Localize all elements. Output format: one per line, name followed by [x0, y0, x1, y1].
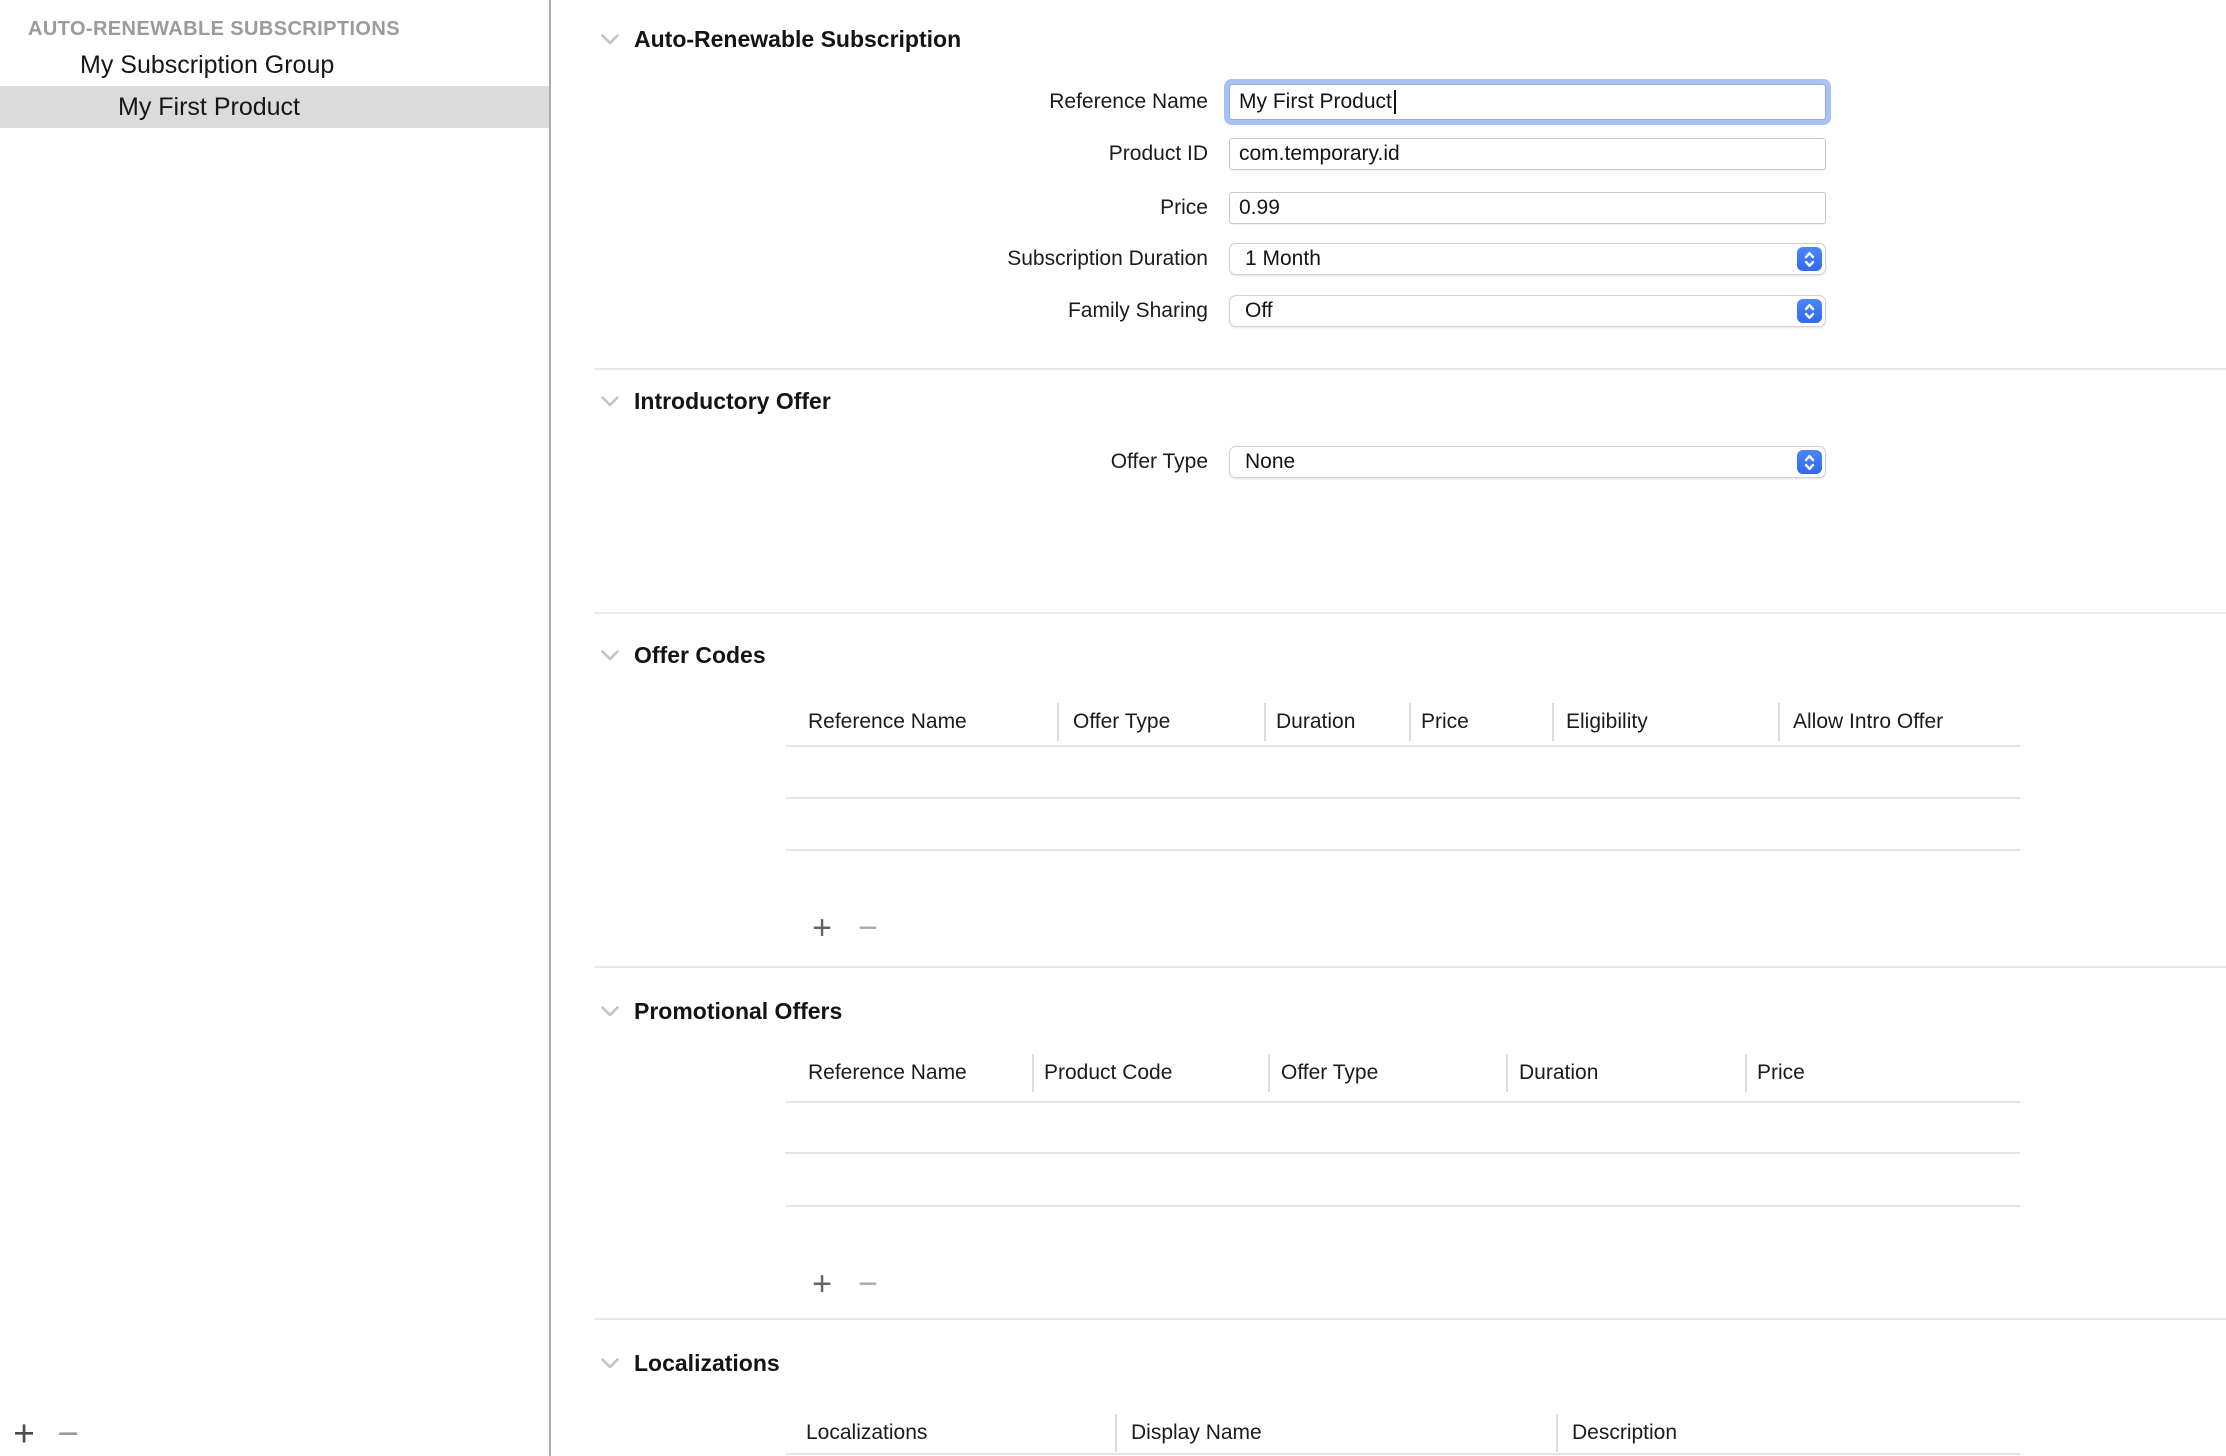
chevron-down-icon[interactable] [600, 649, 620, 662]
section-title: Introductory Offer [634, 388, 831, 415]
text-caret [1394, 90, 1396, 114]
column-header[interactable]: Price [1757, 1059, 1805, 1087]
subscription-duration-select[interactable]: 1 Month [1229, 243, 1826, 275]
table-row-line [785, 1101, 2020, 1103]
column-header[interactable]: Allow Intro Offer [1793, 708, 1943, 736]
chevron-down-icon[interactable] [600, 395, 620, 408]
sidebar-actions: + − [0, 1414, 549, 1456]
column-separator [1778, 703, 1780, 741]
column-header[interactable]: Reference Name [808, 1059, 967, 1087]
family-sharing-value: Off [1230, 299, 1273, 323]
product-id-input[interactable] [1229, 138, 1826, 170]
column-separator [1264, 703, 1266, 741]
column-separator [1552, 703, 1554, 741]
reference-name-input[interactable]: My First Product [1229, 84, 1826, 120]
column-header[interactable]: Duration [1276, 708, 1355, 736]
section-title: Localizations [634, 1350, 780, 1377]
add-promotional-offer-button[interactable]: + [804, 1264, 840, 1304]
chevron-down-icon[interactable] [600, 1357, 620, 1370]
table-row-line [785, 745, 2020, 747]
reference-name-label: Reference Name [700, 88, 1208, 116]
offer-type-label: Offer Type [700, 448, 1208, 476]
column-separator [1506, 1054, 1508, 1092]
remove-promotional-offer-button[interactable]: − [850, 1264, 886, 1304]
column-header[interactable]: Price [1421, 708, 1469, 736]
section-header-introductory-offer[interactable]: Introductory Offer [600, 385, 831, 417]
section-title: Auto-Renewable Subscription [634, 26, 961, 53]
sidebar-resize-divider[interactable] [549, 0, 551, 1456]
column-header[interactable]: Offer Type [1281, 1059, 1378, 1087]
column-header[interactable]: Duration [1519, 1059, 1598, 1087]
column-separator [1745, 1054, 1747, 1092]
add-product-button[interactable]: + [4, 1414, 44, 1454]
column-separator [1409, 703, 1411, 741]
section-divider [594, 1318, 2226, 1320]
column-separator [1556, 1414, 1558, 1452]
sidebar: AUTO-RENEWABLE SUBSCRIPTIONS My Subscrip… [0, 0, 549, 1456]
up-down-chevrons-icon[interactable] [1797, 450, 1822, 474]
column-separator [1268, 1054, 1270, 1092]
section-header-offer-codes[interactable]: Offer Codes [600, 639, 766, 671]
table-row-line [785, 797, 2020, 799]
section-header-localizations[interactable]: Localizations [600, 1347, 780, 1379]
price-label: Price [700, 194, 1208, 222]
remove-offer-code-button[interactable]: − [850, 908, 886, 948]
column-header[interactable]: Product Code [1044, 1059, 1172, 1087]
sidebar-group-header: AUTO-RENEWABLE SUBSCRIPTIONS [28, 14, 400, 44]
section-divider [594, 612, 2226, 614]
sidebar-item-my-first-product[interactable]: My First Product [0, 86, 549, 128]
price-input[interactable] [1229, 192, 1826, 224]
offer-type-select[interactable]: None [1229, 446, 1826, 478]
table-row-line [785, 1205, 2020, 1207]
column-header[interactable]: Display Name [1131, 1419, 1262, 1447]
sidebar-item-label: My First Product [118, 86, 300, 128]
section-title: Offer Codes [634, 642, 766, 669]
column-header[interactable]: Localizations [806, 1419, 927, 1447]
section-title: Promotional Offers [634, 998, 842, 1025]
section-divider [594, 368, 2226, 370]
remove-product-button[interactable]: − [48, 1414, 88, 1454]
column-header[interactable]: Reference Name [808, 708, 967, 736]
storekit-configuration-editor: AUTO-RENEWABLE SUBSCRIPTIONS My Subscrip… [0, 0, 2226, 1456]
table-row-line [785, 849, 2020, 851]
table-row-line [785, 1453, 2020, 1455]
table-row-line [785, 1152, 2020, 1154]
sidebar-item-label: My Subscription Group [80, 44, 334, 86]
subscription-duration-value: 1 Month [1230, 247, 1321, 271]
column-header[interactable]: Offer Type [1073, 708, 1170, 736]
up-down-chevrons-icon[interactable] [1797, 247, 1822, 271]
up-down-chevrons-icon[interactable] [1797, 299, 1822, 323]
section-header-promotional-offers[interactable]: Promotional Offers [600, 995, 842, 1027]
sidebar-item-subscription-group[interactable]: My Subscription Group [0, 44, 549, 86]
column-separator [1057, 703, 1059, 741]
reference-name-value: My First Product [1239, 85, 1392, 119]
column-separator [1032, 1054, 1034, 1092]
product-id-label: Product ID [700, 140, 1208, 168]
family-sharing-select[interactable]: Off [1229, 295, 1826, 327]
chevron-down-icon[interactable] [600, 33, 620, 46]
column-header[interactable]: Eligibility [1566, 708, 1648, 736]
chevron-down-icon[interactable] [600, 1005, 620, 1018]
column-separator [1115, 1414, 1117, 1452]
subscription-duration-label: Subscription Duration [700, 245, 1208, 273]
column-header[interactable]: Description [1572, 1419, 1677, 1447]
offer-type-value: None [1230, 450, 1295, 474]
section-divider [594, 966, 2226, 968]
section-header-auto-renewable-subscription[interactable]: Auto-Renewable Subscription [600, 23, 961, 55]
family-sharing-label: Family Sharing [700, 297, 1208, 325]
add-offer-code-button[interactable]: + [804, 908, 840, 948]
